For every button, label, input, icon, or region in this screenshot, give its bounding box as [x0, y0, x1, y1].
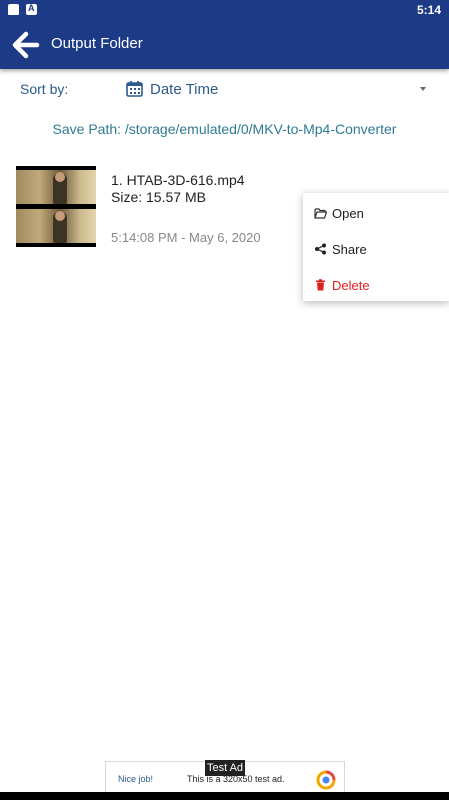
menu-item-delete[interactable]: Delete — [303, 266, 449, 302]
video-date: 5:14:08 PM - May 6, 2020 — [111, 230, 261, 245]
app-bar: Output Folder — [0, 20, 449, 69]
navigation-bar — [0, 792, 449, 800]
status-time: 5:14 — [416, 3, 441, 17]
notification-icon — [8, 4, 19, 15]
share-icon — [315, 243, 326, 255]
menu-item-share[interactable]: Share — [303, 230, 449, 266]
menu-open-label: Open — [332, 206, 364, 221]
save-path: Save Path: /storage/emulated/0/MKV-to-Mp… — [52, 121, 397, 137]
dropdown-arrow-icon — [420, 87, 426, 91]
video-thumbnail — [16, 166, 96, 247]
video-title: 1. HTAB-3D-616.mp4 — [111, 172, 245, 188]
trash-icon — [316, 279, 325, 291]
sort-dropdown[interactable]: Date Time — [126, 76, 432, 104]
context-menu: Open Share Delete — [303, 193, 449, 301]
sort-value: Date Time — [150, 81, 219, 98]
sort-label: Sort by: — [20, 81, 69, 97]
menu-item-open[interactable]: Open — [303, 194, 449, 230]
ad-nice-text: Nice job! — [118, 774, 154, 784]
list-item[interactable]: 1. HTAB-3D-616.mp4 Size: 15.57 MB 5:14:0… — [16, 164, 316, 250]
video-size: Size: 15.57 MB — [111, 189, 206, 205]
calendar-icon — [126, 81, 143, 97]
app-notification-icon — [26, 3, 37, 15]
ad-logo-icon — [316, 770, 336, 790]
back-button[interactable] — [10, 30, 40, 60]
status-bar: 5:14 — [0, 0, 449, 20]
arrow-back-icon — [12, 31, 40, 59]
test-ad-badge: Test Ad — [205, 760, 245, 776]
folder-open-icon — [314, 208, 327, 219]
page-title: Output Folder — [51, 35, 143, 52]
menu-delete-label: Delete — [332, 278, 370, 293]
menu-share-label: Share — [332, 242, 367, 257]
